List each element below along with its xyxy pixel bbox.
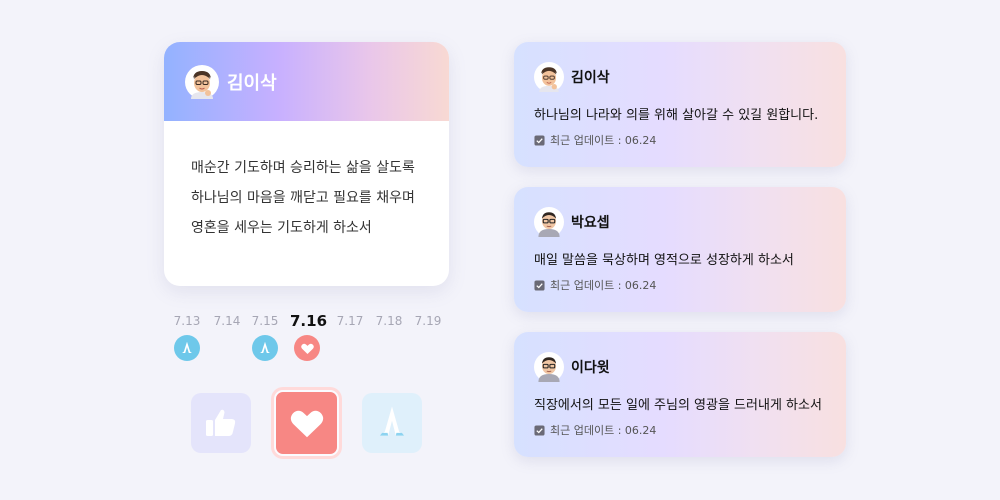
pray-button[interactable] <box>362 393 422 453</box>
featured-prayer-text: 매순간 기도하며 승리하는 삶을 살도록 하나님의 마음을 깨닫고 필요를 채우… <box>164 121 449 243</box>
heart-icon <box>294 335 320 361</box>
calendar-check-icon <box>534 280 545 291</box>
prayer-text: 매일 말씀을 묵상하며 영적으로 성장하게 하소서 <box>534 253 794 268</box>
date-item-active[interactable]: 7.16 <box>290 312 328 361</box>
date-item[interactable]: 7.13 <box>170 312 204 361</box>
date-label: 7.13 <box>173 314 201 328</box>
featured-user-name: 김이삭 <box>227 72 277 94</box>
prayer-line: 영혼을 세우는 기도하게 하소서 <box>191 220 372 236</box>
date-strip: 7.13 7.14 7.15 7.16 7.17 7.18 7.19 <box>170 312 441 364</box>
prayer-line: 하나님의 마음을 깨닫고 필요를 채우며 <box>191 190 415 206</box>
updated-info: 최근 업데이트 : 06.24 <box>534 277 846 293</box>
date-item[interactable]: 7.14 <box>210 312 244 330</box>
user-name: 이다윗 <box>571 360 610 376</box>
date-item[interactable]: 7.15 <box>248 312 282 361</box>
prayer-line: 매순간 기도하며 승리하는 삶을 살도록 <box>191 160 415 176</box>
date-label: 7.18 <box>375 314 403 328</box>
pray-hands-icon <box>370 401 414 445</box>
date-label: 7.14 <box>213 314 241 328</box>
like-button[interactable] <box>191 393 251 453</box>
prayer-text: 하나님의 나라와 의를 위해 살아갈 수 있길 원합니다. <box>534 108 819 123</box>
date-item[interactable]: 7.18 <box>372 312 406 330</box>
calendar-check-icon <box>534 135 545 146</box>
updated-info: 최근 업데이트 : 06.24 <box>534 422 846 438</box>
memoji-boy-icon <box>185 65 219 99</box>
heart-icon <box>285 401 329 445</box>
date-item[interactable]: 7.19 <box>411 312 445 330</box>
heart-button[interactable] <box>271 387 342 459</box>
pray-hands-icon <box>174 335 200 361</box>
prayer-list-item[interactable]: 김이삭 하나님의 나라와 의를 위해 살아갈 수 있길 원합니다. 최근 업데이… <box>514 42 846 167</box>
date-label-active: 7.16 <box>290 312 328 330</box>
thumbs-up-icon <box>201 403 241 443</box>
date-item[interactable]: 7.17 <box>333 312 367 330</box>
memoji-glasses-icon <box>534 352 564 382</box>
featured-prayer-card[interactable]: 김이삭 매순간 기도하며 승리하는 삶을 살도록 하나님의 마음을 깨닫고 필요… <box>164 42 449 286</box>
prayer-list-item[interactable]: 박요셉 매일 말씀을 묵상하며 영적으로 성장하게 하소서 최근 업데이트 : … <box>514 187 846 312</box>
date-label: 7.17 <box>336 314 364 328</box>
prayer-text: 직장에서의 모든 일에 주님의 영광을 드러내게 하소서 <box>534 398 822 413</box>
calendar-check-icon <box>534 425 545 436</box>
date-label: 7.19 <box>414 314 442 328</box>
date-label: 7.15 <box>251 314 279 328</box>
memoji-boy-icon <box>534 62 564 92</box>
pray-hands-icon <box>252 335 278 361</box>
user-name: 박요셉 <box>571 215 610 231</box>
updated-text: 최근 업데이트 : 06.24 <box>550 279 657 292</box>
featured-card-header: 김이삭 <box>164 42 449 121</box>
prayer-list-item[interactable]: 이다윗 직장에서의 모든 일에 주님의 영광을 드러내게 하소서 최근 업데이트… <box>514 332 846 457</box>
heart-button-inner <box>274 390 339 456</box>
updated-text: 최근 업데이트 : 06.24 <box>550 424 657 437</box>
updated-info: 최근 업데이트 : 06.24 <box>534 132 846 148</box>
memoji-glasses-icon <box>534 207 564 237</box>
user-name: 김이삭 <box>571 70 610 86</box>
updated-text: 최근 업데이트 : 06.24 <box>550 134 657 147</box>
